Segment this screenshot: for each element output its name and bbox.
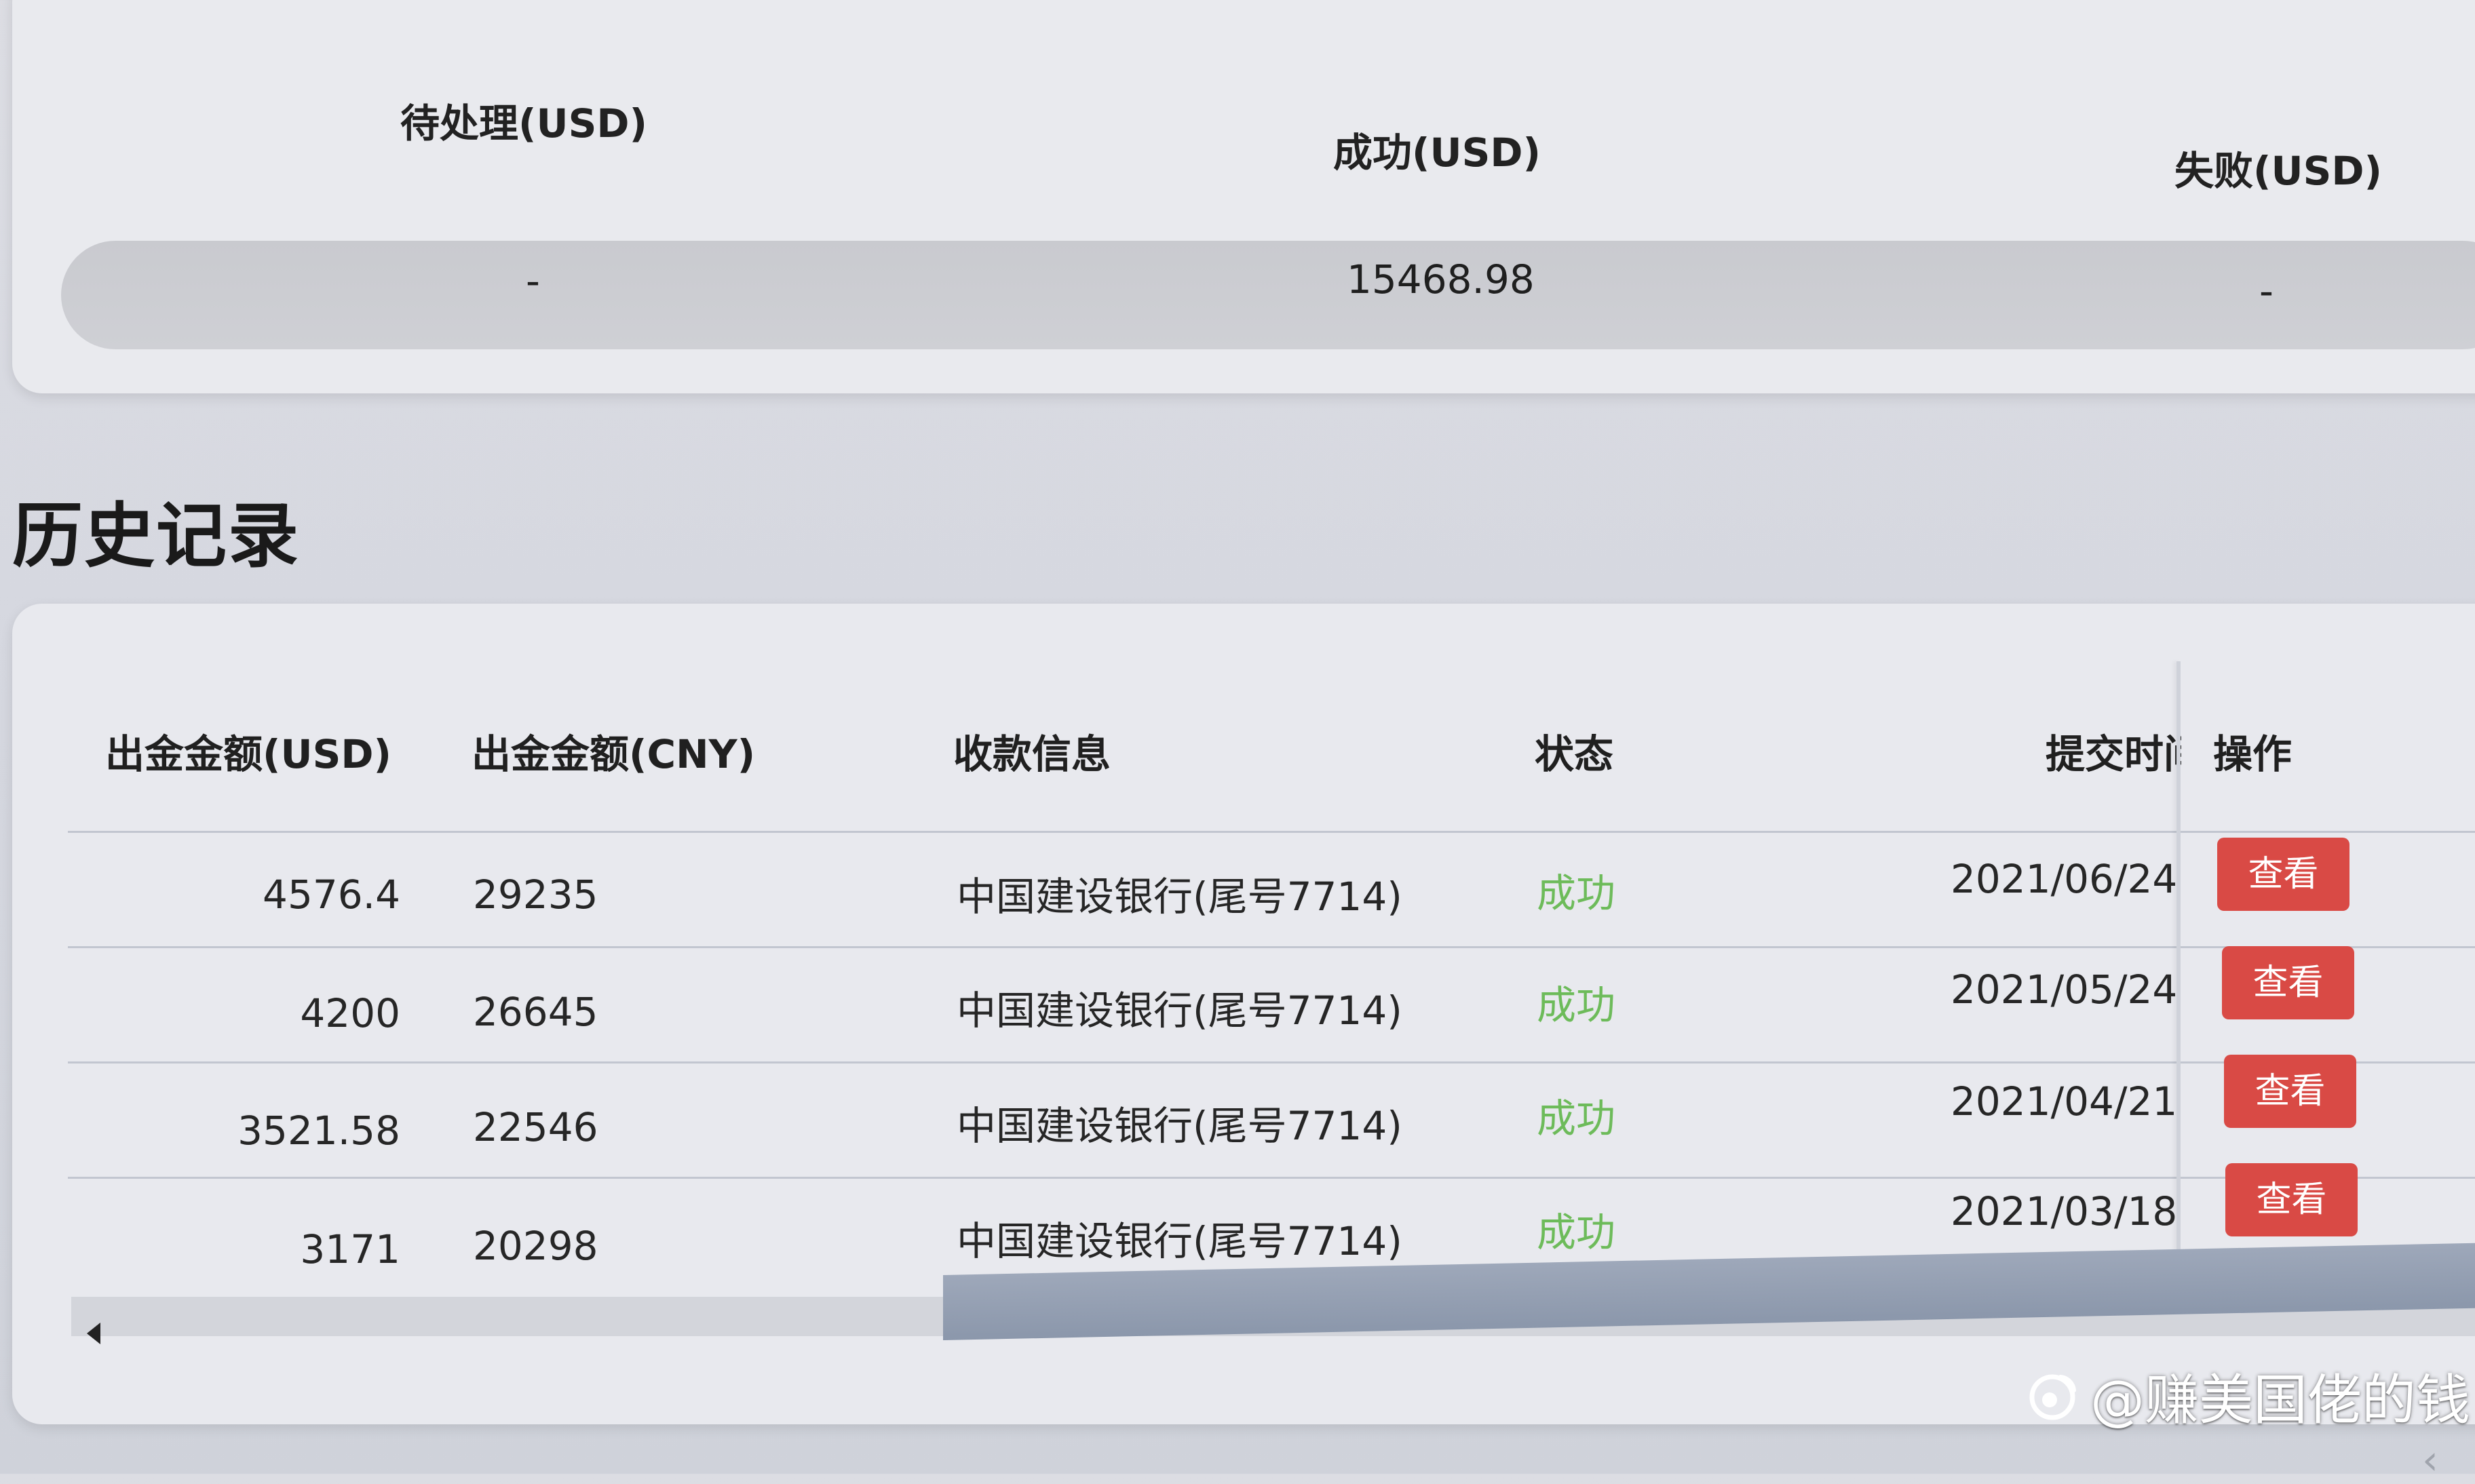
cell-amount-cny: 20298 — [473, 1223, 598, 1269]
summary-header-failed: 失败(USD) — [2174, 148, 2383, 194]
weibo-icon — [2029, 1374, 2076, 1420]
cell-amount-usd: 3521.58 — [237, 1108, 400, 1154]
cell-amount-cny: 26645 — [473, 989, 598, 1035]
column-header-action: 操作 — [2213, 731, 2292, 777]
view-button[interactable]: 查看 — [2224, 1055, 2356, 1128]
cell-amount-usd: 3171 — [300, 1226, 400, 1272]
cell-submit-time: 2021/05/24 02 — [1951, 966, 2185, 1013]
column-header-status: 状态 — [1535, 731, 1614, 777]
cell-payee-info: 中国建设银行(尾号7714) — [957, 874, 1402, 920]
watermark-text: @赚美国佬的钱 — [2090, 1369, 2470, 1432]
table-header-divider — [68, 831, 2475, 833]
cell-payee-info: 中国建设银行(尾号7714) — [957, 1218, 1402, 1264]
table-row-divider — [68, 1177, 2475, 1179]
chevron-left-icon: ‹ — [2422, 1437, 2438, 1484]
summary-header-success: 成功(USD) — [1333, 130, 1541, 176]
cell-amount-cny: 22546 — [473, 1104, 598, 1150]
cell-payee-info: 中国建设银行(尾号7714) — [957, 988, 1402, 1034]
cell-submit-time: 2021/03/18 03 — [1951, 1188, 2185, 1234]
table-row-divider — [68, 946, 2475, 948]
cell-submit-time: 2021/06/24 03 — [1951, 856, 2185, 902]
summary-value-pending: - — [526, 258, 540, 304]
summary-values-bar — [61, 241, 2475, 349]
column-header-submit-time: 提交时间 — [2046, 731, 2181, 777]
table-row-divider — [68, 1061, 2475, 1063]
cell-status: 成功 — [1537, 1209, 1616, 1255]
cell-submit-time: 2021/04/21 15 — [1951, 1078, 2185, 1125]
cell-status: 成功 — [1537, 1095, 1616, 1141]
view-button[interactable]: 查看 — [2222, 946, 2354, 1019]
cell-amount-usd: 4576.4 — [263, 872, 400, 918]
cell-status: 成功 — [1537, 982, 1616, 1028]
cell-amount-usd: 4200 — [300, 990, 400, 1036]
scroll-left-arrow-icon[interactable] — [87, 1323, 100, 1344]
view-button[interactable]: 查看 — [2217, 838, 2349, 911]
cell-payee-info: 中国建设银行(尾号7714) — [957, 1103, 1402, 1149]
cell-amount-cny: 29235 — [473, 872, 598, 918]
column-header-amount-usd: 出金金额(USD) — [105, 731, 392, 777]
column-header-payee-info: 收款信息 — [953, 731, 1111, 777]
summary-header-pending: 待处理(USD) — [400, 100, 648, 147]
history-section-title: 历史记录 — [12, 494, 301, 577]
summary-value-failed: - — [2259, 268, 2273, 314]
watermark: @赚美国佬的钱 — [2025, 1356, 2470, 1435]
summary-value-success: 15468.98 — [1347, 256, 1535, 302]
column-header-amount-cny: 出金金额(CNY) — [472, 731, 756, 777]
view-button[interactable]: 查看 — [2225, 1163, 2358, 1236]
cell-status: 成功 — [1537, 870, 1616, 916]
